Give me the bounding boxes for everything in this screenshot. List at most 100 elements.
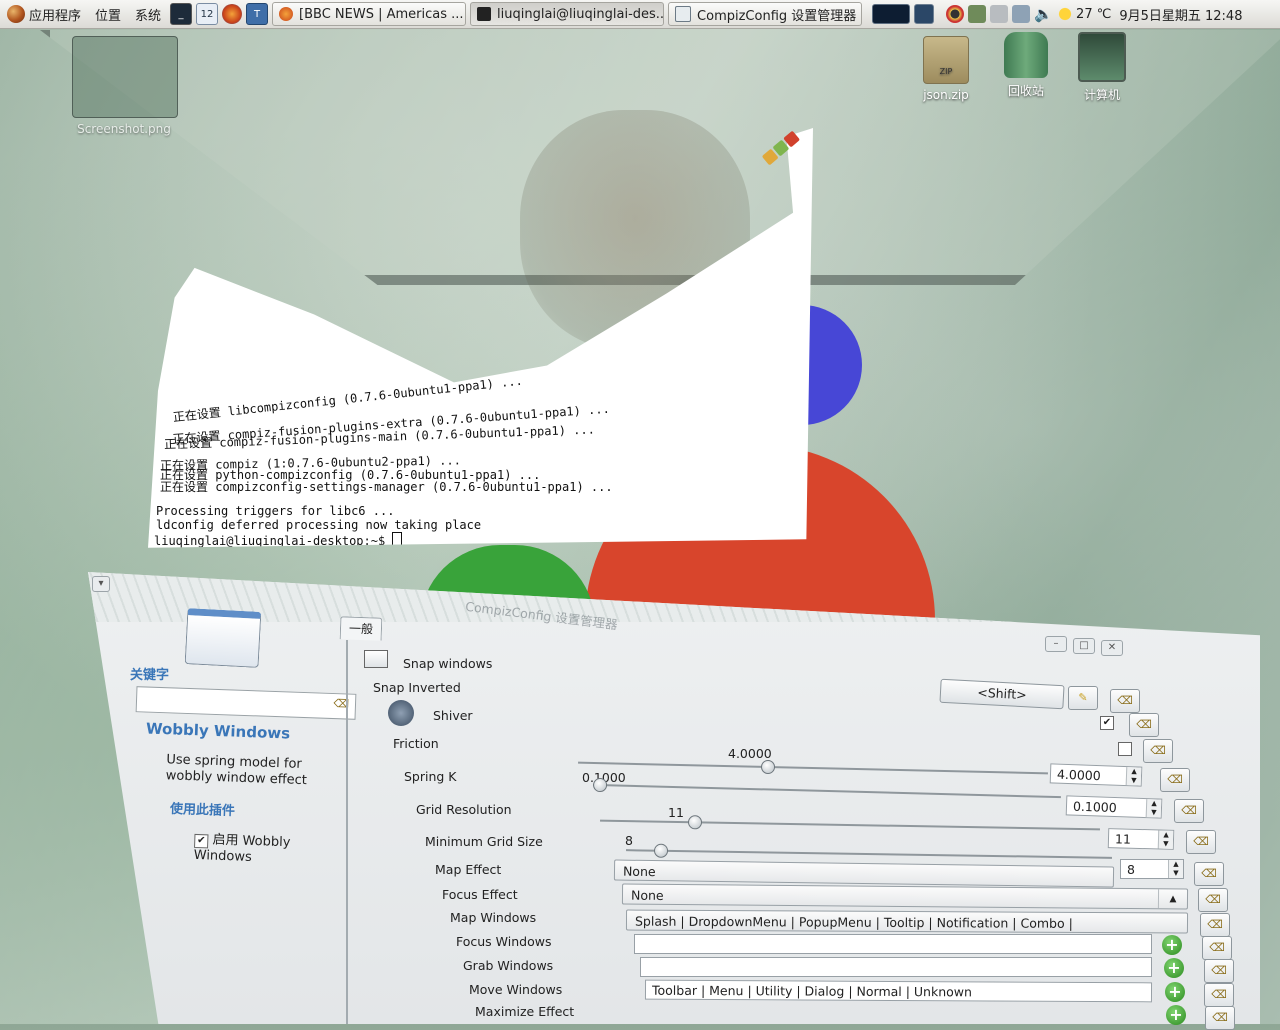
reset-focus-effect-icon[interactable]: ⌫ [1198,888,1228,912]
min-grid-size-spinbox-value: 8 [1127,862,1135,877]
map-windows-field[interactable]: Splash | DropdownMenu | PopupMenu | Tool… [625,909,1189,934]
terminal-line: 正在设置 compizconfig-settings-manager (0.7.… [160,480,613,494]
zip-archive-badge: ZIP [939,67,953,76]
enable-plugin-checkbox[interactable]: ✔ 启用 Wobbly Windows [193,832,314,867]
snap-windows-label: Snap windows [403,656,493,671]
system-menu-label: 系统 [135,8,162,24]
shiver-plugin-icon [388,700,414,726]
move-windows-field[interactable]: Toolbar | Menu | Utility | Dialog | Norm… [644,979,1153,1003]
desktop-icon-trash[interactable]: 回收站 [986,32,1066,99]
reset-maximize-effect-icon[interactable]: ⌫ [1205,1006,1235,1030]
spin-arrows-icon[interactable]: ▲ ▼ [1168,860,1183,878]
top-panel: 应用程序 位置 系统 _ 12 T [BBC NEWS | Americas .… [0,0,1280,29]
computer-icon [1078,32,1126,82]
tab-general[interactable]: 一般 [339,616,383,641]
terminal-launcher-icon[interactable]: _ [170,3,193,25]
reset-spring-k-icon[interactable]: ⌫ [1174,799,1204,823]
map-windows-label: Map Windows [450,910,537,925]
reset-friction-icon[interactable]: ⌫ [1143,739,1173,763]
add-icon[interactable]: + [1164,958,1184,978]
friction-slider-value: 4.0000 [728,746,772,761]
friction-checkbox[interactable] [1118,742,1132,756]
friction-label: Friction [393,736,439,751]
network-icon[interactable] [1012,5,1031,23]
focus-effect-value: None [630,887,664,903]
add-icon[interactable]: + [1165,982,1185,1002]
reset-move-windows-icon[interactable]: ⌫ [1204,983,1234,1007]
shiver-label: Shiver [433,708,473,723]
applications-menu[interactable]: 应用程序 [0,0,88,28]
task-ccsm[interactable]: CompizConfig 设置管理器 [668,2,863,26]
grid-resolution-spinbox-value: 11 [1114,831,1132,847]
keyboard-icon[interactable] [990,5,1009,23]
reset-map-windows-icon[interactable]: ⌫ [1200,913,1230,937]
desktop-icon-computer[interactable]: 计算机 [1062,32,1142,103]
grab-windows-label: Grab Windows [463,958,554,973]
map-effect-value: None [622,863,656,880]
task-bbc-news[interactable]: [BBC NEWS | Americas ... [272,2,467,26]
system-menu[interactable]: 系统 [128,0,168,28]
map-effect-label: Map Effect [435,862,502,877]
places-menu-label: 位置 [95,8,122,24]
filter-heading: 关键字 [130,668,170,683]
desktop-icon-json-zip[interactable]: ZIP json.zip [906,36,986,102]
terminal-line: ldconfig deferred processing now taking … [156,518,482,532]
calendar-launcher-number: 12 [200,8,214,20]
friction-spinbox[interactable]: 4.0000 ▲ ▼ [1049,763,1143,787]
desktop-icon-label: 回收站 [1007,84,1044,98]
applications-menu-label: 应用程序 [29,8,82,24]
places-menu[interactable]: 位置 [88,0,128,28]
spring-k-label: Spring K [404,769,457,784]
weather-temperature[interactable]: 27 ℃ [1076,7,1111,22]
move-windows-label: Move Windows [469,982,563,997]
reset-shiver-icon[interactable]: ⌫ [1129,713,1159,737]
grid-resolution-slider-value: 11 [668,805,684,820]
edit-pencil-icon[interactable]: ✎ [1068,686,1098,710]
volume-icon[interactable]: 🔈 [1034,5,1053,23]
grid-resolution-slider-knob[interactable] [687,815,702,830]
task-terminal[interactable]: liuqinglai@liuqinglai-des... [470,2,665,26]
spin-arrows-icon[interactable]: ▲ ▼ [1125,767,1142,786]
qq-icon[interactable] [946,5,965,23]
focus-windows-field[interactable] [634,934,1152,954]
reset-friction-value-icon[interactable]: ⌫ [1160,768,1190,792]
system-monitor-applet[interactable] [872,4,911,24]
firefox-icon [279,7,294,21]
focus-windows-label: Focus Windows [456,934,552,949]
weather-icon[interactable] [1056,5,1075,23]
update-notifier-icon[interactable] [968,5,987,23]
workspace-switcher-icon[interactable] [914,4,935,24]
terminal-icon [477,7,492,21]
reset-min-grid-size-icon[interactable]: ⌫ [1194,862,1224,886]
min-grid-size-label: Minimum Grid Size [425,834,543,849]
window-menu-icon[interactable]: ▾ [92,576,110,592]
spin-arrows-icon[interactable]: ▲ ▼ [1157,830,1174,849]
reset-focus-windows-icon[interactable]: ⌫ [1202,936,1232,960]
spin-arrows-icon[interactable]: ▲ ▼ [1145,799,1162,818]
reset-snap-inverted-icon[interactable]: ⌫ [1110,689,1140,713]
calendar-launcher-icon[interactable]: 12 [196,3,219,25]
task-bbc-news-label: [BBC NEWS | Americas ... [299,6,464,22]
min-grid-size-spinbox[interactable]: 8 ▲ ▼ [1120,859,1184,879]
shiver-checkbox[interactable]: ✔ [1100,716,1114,730]
maximize-effect-label: Maximize Effect [475,1004,575,1019]
chevron-down-icon: ▲ [1157,889,1188,909]
snap-windows-toggle[interactable] [364,650,388,668]
grid-resolution-spinbox[interactable]: 11 ▲ ▼ [1107,828,1175,850]
text-editor-launcher-icon[interactable]: T [246,3,269,25]
checkbox-checked-icon: ✔ [194,833,209,849]
desktop-icon-screenshot[interactable]: Screenshot.png [72,36,178,136]
friction-spinbox-value: 4.0000 [1056,766,1101,784]
system-tray: 🔈 27 ℃ 9月5日星期五 12:48 [870,4,1250,24]
spring-k-spinbox[interactable]: 0.1000 ▲ ▼ [1065,795,1163,819]
reset-grid-resolution-icon[interactable]: ⌫ [1186,830,1216,854]
reset-grab-windows-icon[interactable]: ⌫ [1204,959,1234,983]
add-icon[interactable]: + [1166,1005,1186,1025]
enable-plugin-label: 启用 Wobbly Windows [193,832,291,865]
grab-windows-field[interactable] [640,957,1152,977]
clock[interactable]: 9月5日星期五 12:48 [1111,5,1250,24]
firefox-launcher-icon[interactable] [222,4,243,24]
spring-k-spinbox-value: 0.1000 [1072,798,1117,816]
tab-general-label: 一般 [348,621,374,637]
add-icon[interactable]: + [1162,935,1182,955]
